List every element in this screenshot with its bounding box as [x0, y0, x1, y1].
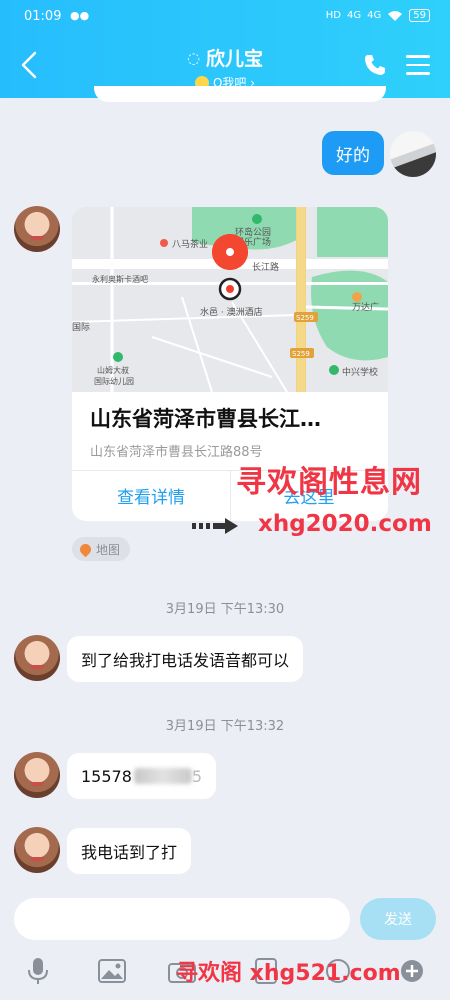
map-label-tea: 八马茶业 [172, 238, 208, 250]
status-bar: 01:09 ●● HD 4G 4G 59 [0, 0, 450, 34]
map-label-kindergarten: 山姆大叔 [97, 365, 129, 375]
chat-title: ◌ 欣儿宝 [187, 44, 263, 71]
view-details-button[interactable]: 查看详情 [72, 470, 230, 521]
map-pin-icon [77, 541, 94, 557]
svg-text:国际幼儿园: 国际幼儿园 [94, 376, 134, 386]
watermark-url: xhg2020.com [258, 511, 432, 537]
chat-header: 01:09 ●● HD 4G 4G 59 ◌ 欣儿宝 Q我吧 › [0, 0, 450, 98]
network-2: 4G [367, 10, 382, 21]
plus-icon [401, 960, 423, 982]
contact-message-bubble[interactable]: 我电话到了打 [67, 828, 192, 874]
phone-number-tail: 5 [191, 766, 203, 786]
location-title: 山东省菏泽市曹县长江… [90, 407, 321, 431]
contact-message-bubble[interactable]: 到了给我打电话发语音都可以 [67, 636, 304, 682]
microphone-icon [28, 958, 48, 984]
my-message-text: 好的 [336, 145, 370, 166]
my-message-bubble[interactable]: 好的 [322, 131, 384, 175]
map-label-s259a: S259 [296, 314, 314, 322]
status-right: HD 4G 4G 59 [326, 9, 430, 22]
contact-avatar[interactable] [14, 635, 60, 681]
map-label-hotel: 永利奥斯卡酒吧 [92, 274, 148, 284]
watermark-footer: 寻欢阁 xhg521.com [176, 961, 401, 986]
map-thumbnail[interactable]: 环岛公园 娱乐广场 八马茶业 永利奥斯卡酒吧 长江路 水邑 · 澳洲酒店 中兴学… [72, 207, 388, 392]
map-label-intl: 国际 [72, 322, 90, 333]
map-label-plaza: 万达广 [352, 301, 379, 313]
image-icon [98, 959, 126, 983]
status-time: 01:09 [24, 9, 62, 24]
my-avatar[interactable] [390, 131, 436, 177]
menu-icon[interactable] [406, 55, 430, 75]
voice-button[interactable] [22, 955, 54, 987]
contact-avatar[interactable] [14, 206, 60, 252]
wechat-icon: ●● [70, 9, 90, 22]
contact-avatar[interactable] [14, 827, 60, 873]
map-label-road: 长江路 [252, 261, 279, 273]
phone-number-visible: 15578 [81, 766, 132, 786]
map-tag-label: 地图 [96, 542, 121, 557]
watermark-arrow-icon [192, 518, 238, 534]
message-text: 我电话到了打 [81, 843, 178, 862]
map-label-s259b: S259 [292, 350, 310, 358]
hd-icon: HD [325, 10, 342, 21]
battery-indicator: 59 [409, 9, 430, 22]
censored-region [133, 768, 192, 784]
map-label-school: 中兴学校 [342, 366, 378, 378]
message-text: 到了给我打电话发语音都可以 [81, 651, 290, 670]
network-1: 4G [347, 10, 362, 21]
timestamp: 3月19日 下午13:30 [165, 602, 285, 617]
photo-button[interactable] [96, 955, 128, 987]
send-button[interactable]: 发送 [360, 898, 436, 940]
contact-name: 欣儿宝 [206, 48, 264, 70]
watermark-text: 寻欢阁性息网 [236, 465, 422, 500]
contact-message-bubble[interactable]: 15578 5 [67, 753, 217, 799]
map-source-tag[interactable]: 地图 [72, 537, 131, 561]
wifi-icon [388, 10, 403, 21]
phone-call-icon[interactable] [362, 52, 388, 78]
message-input[interactable] [14, 898, 350, 940]
ear-icon: ◌ [186, 48, 201, 67]
map-label-park: 环岛公园 [235, 226, 271, 238]
timestamp: 3月19日 下午13:32 [165, 719, 285, 734]
previous-message-bubble [94, 86, 386, 102]
contact-avatar[interactable] [14, 752, 60, 798]
map-label-hotel2: 水邑 · 澳洲酒店 [200, 306, 263, 318]
